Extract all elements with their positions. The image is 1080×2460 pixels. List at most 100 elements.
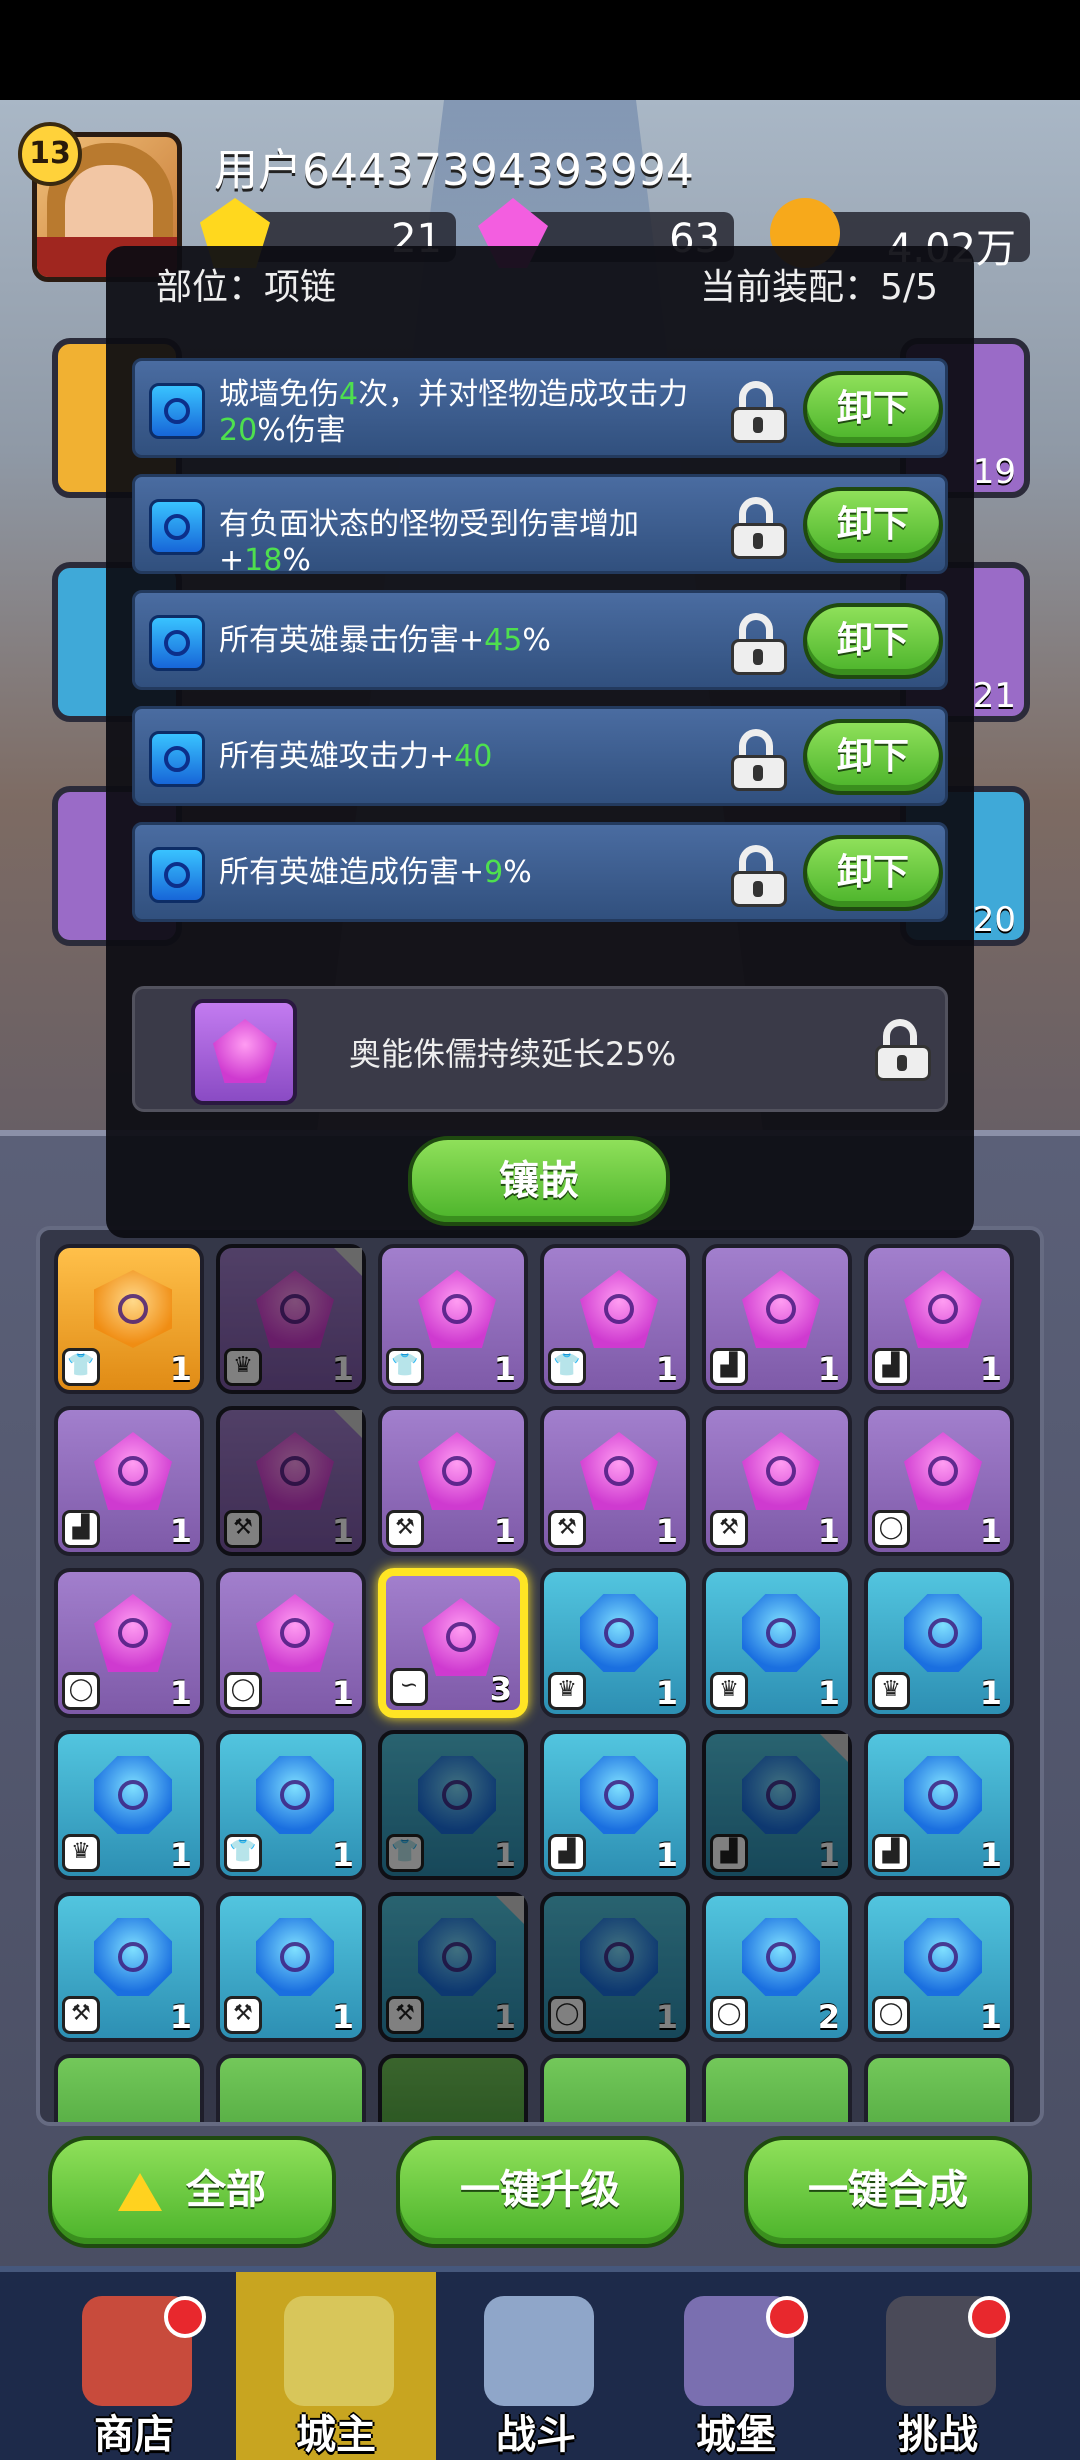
gem-cell[interactable]: ▟ 1 [864,1730,1014,1880]
gem-cell[interactable]: ♛ 1 [216,1244,366,1394]
boot-slot-icon: ▟ [62,1510,100,1548]
gem-cell[interactable]: ⚒ 1 [216,1892,366,2042]
spiral-mark [928,1618,958,1648]
gem-cell[interactable]: ♛ 1 [702,1568,852,1718]
purple-gem-icon [418,1270,496,1348]
lock-keyhole [753,417,763,433]
lock-keyhole [753,881,763,897]
gem-cell[interactable]: ▟ 1 [702,1244,852,1394]
spiral-mark [164,514,190,540]
gem-cell[interactable]: ⚒ 1 [378,1406,528,1556]
gem-cell[interactable] [864,2054,1014,2122]
boot-slot-icon: ▟ [872,1834,910,1872]
gem-cell[interactable]: ▟ 1 [864,1244,1014,1394]
effect-text: 城墙免伤 [219,377,339,412]
spiral-mark [928,1456,958,1486]
gem-cell[interactable]: ▟ 1 [540,1730,690,1880]
spiral-mark [118,1618,148,1648]
effect-number: 20 [219,413,258,448]
lock-keyhole [753,765,763,781]
filter-all-button[interactable]: 全部 [48,2136,336,2248]
unlock-icon[interactable] [731,729,787,791]
unlock-icon[interactable] [875,1019,931,1081]
gem-count: 1 [655,1998,678,2036]
gem-effect-text: 所有英雄攻击力+40 [219,739,729,775]
nav-tab[interactable]: 城主 [236,2272,436,2460]
gem-cell[interactable]: ◯ 1 [216,1568,366,1718]
notification-dot [766,2296,808,2338]
gem-cell[interactable]: 👕 1 [378,1730,528,1880]
effect-text: 次，并对怪物造成攻击力 [358,377,689,412]
unlock-icon[interactable] [731,845,787,907]
nav-tab[interactable]: 战斗 [436,2272,636,2460]
gem-cell[interactable]: ◯ 1 [54,1568,204,1718]
unequip-button[interactable]: 卸下 [803,719,943,795]
effect-text: 所有英雄造成伤害+ [219,855,485,890]
shirt-slot-icon: 👕 [386,1834,424,1872]
unlock-icon[interactable] [731,381,787,443]
equipped-gem-slot: 所有英雄攻击力+40 卸下 [132,706,948,806]
gem-cell[interactable]: ▟ 1 [54,1406,204,1556]
nav-label: 商店 [94,2412,174,2458]
spiral-mark [766,1942,796,1972]
gem-cell[interactable]: ⚒ 1 [378,1892,528,2042]
gem-effect-text: 所有英雄暴击伤害+45% [219,623,729,659]
ring-slot-icon: ◯ [872,1510,910,1548]
unequip-button[interactable]: 卸下 [803,835,943,911]
gem-cell[interactable]: ♛ 1 [540,1568,690,1718]
gem-cell[interactable]: ∽ 3 [378,1568,528,1718]
gem-cell[interactable]: ◯ 1 [864,1406,1014,1556]
gem-cell[interactable]: 👕 1 [540,1244,690,1394]
unlock-icon[interactable] [731,497,787,559]
gem-cell[interactable]: ◯ 1 [540,1892,690,2042]
bottom-nav: 商店 城主 战斗 城堡 挑战 [0,2266,1080,2460]
ring-slot-icon: ◯ [62,1672,100,1710]
gem-cell[interactable]: ⚒ 1 [54,1892,204,2042]
gem-cell[interactable] [216,2054,366,2122]
gem-count: 1 [331,1512,354,1550]
gem-cell[interactable] [540,2054,690,2122]
equipped-gem-slot: 有负面状态的怪物受到伤害增加+18% 卸下 [132,474,948,578]
gem-cell[interactable]: 👕 1 [378,1244,528,1394]
gem-count: 1 [493,1512,516,1550]
gem-cell[interactable]: ♛ 1 [864,1568,1014,1718]
gem-cell[interactable]: ⚒ 1 [540,1406,690,1556]
unequip-button[interactable]: 卸下 [803,371,943,447]
unequip-button[interactable]: 卸下 [803,603,943,679]
unlock-icon[interactable] [731,613,787,675]
gem-cell[interactable] [378,2054,528,2122]
boot-slot-icon: ▟ [710,1834,748,1872]
purple-gem-icon [742,1432,820,1510]
unequip-button[interactable]: 卸下 [803,487,943,563]
gem-cell[interactable]: ♛ 1 [54,1730,204,1880]
nav-tab[interactable]: 城堡 [636,2272,836,2460]
nav-tab[interactable]: 商店 [34,2272,234,2460]
merge-all-button[interactable]: 一键合成 [744,2136,1032,2248]
spiral-mark [164,746,190,772]
spiral-mark [280,1456,310,1486]
extra-gem-slot[interactable]: 奥能侏儒持续延长25% [132,986,948,1112]
spiral-mark [118,1942,148,1972]
gem-count: 1 [979,1998,1002,2036]
purple-gem-icon [742,1270,820,1348]
upgrade-all-button[interactable]: 一键升级 [396,2136,684,2248]
spiral-mark [442,1294,472,1324]
gem-cell[interactable] [702,2054,852,2122]
gem-count: 1 [169,1512,192,1550]
spiral-mark [280,1618,310,1648]
gem-cell[interactable]: ⚒ 1 [216,1406,366,1556]
gem-cell[interactable]: ◯ 2 [702,1892,852,2042]
gem-cell[interactable] [54,2054,204,2122]
nav-tab[interactable]: 挑战 [838,2272,1038,2460]
gem-inventory-grid[interactable]: 👕 1 ♛ 1 👕 1 👕 1 ▟ 1 ▟ 1 ▟ 1 ⚒ 1 ⚒ 1 ⚒ 1 ⚒ 1 ◯ 1 ◯ 1 ◯ 1 ∽ 3 ♛ 1 ♛ 1 ♛ 1 ♛ 1 👕 1… [36,1226,1044,2126]
axe-slot-icon: ⚒ [386,1996,424,2034]
gem-count: 1 [979,1836,1002,1874]
gem-cell[interactable]: ◯ 1 [864,1892,1014,2042]
effect-number: 45 [484,623,523,658]
gem-cell[interactable]: ▟ 1 [702,1730,852,1880]
gem-cell[interactable]: ⚒ 1 [702,1406,852,1556]
gem-cell[interactable]: 👕 1 [54,1244,204,1394]
gem-cell[interactable]: 👕 1 [216,1730,366,1880]
equipped-gem-slot: 城墙免伤4次，并对怪物造成攻击力 20%伤害 卸下 [132,358,948,458]
inlay-button[interactable]: 镶嵌 [408,1136,670,1226]
